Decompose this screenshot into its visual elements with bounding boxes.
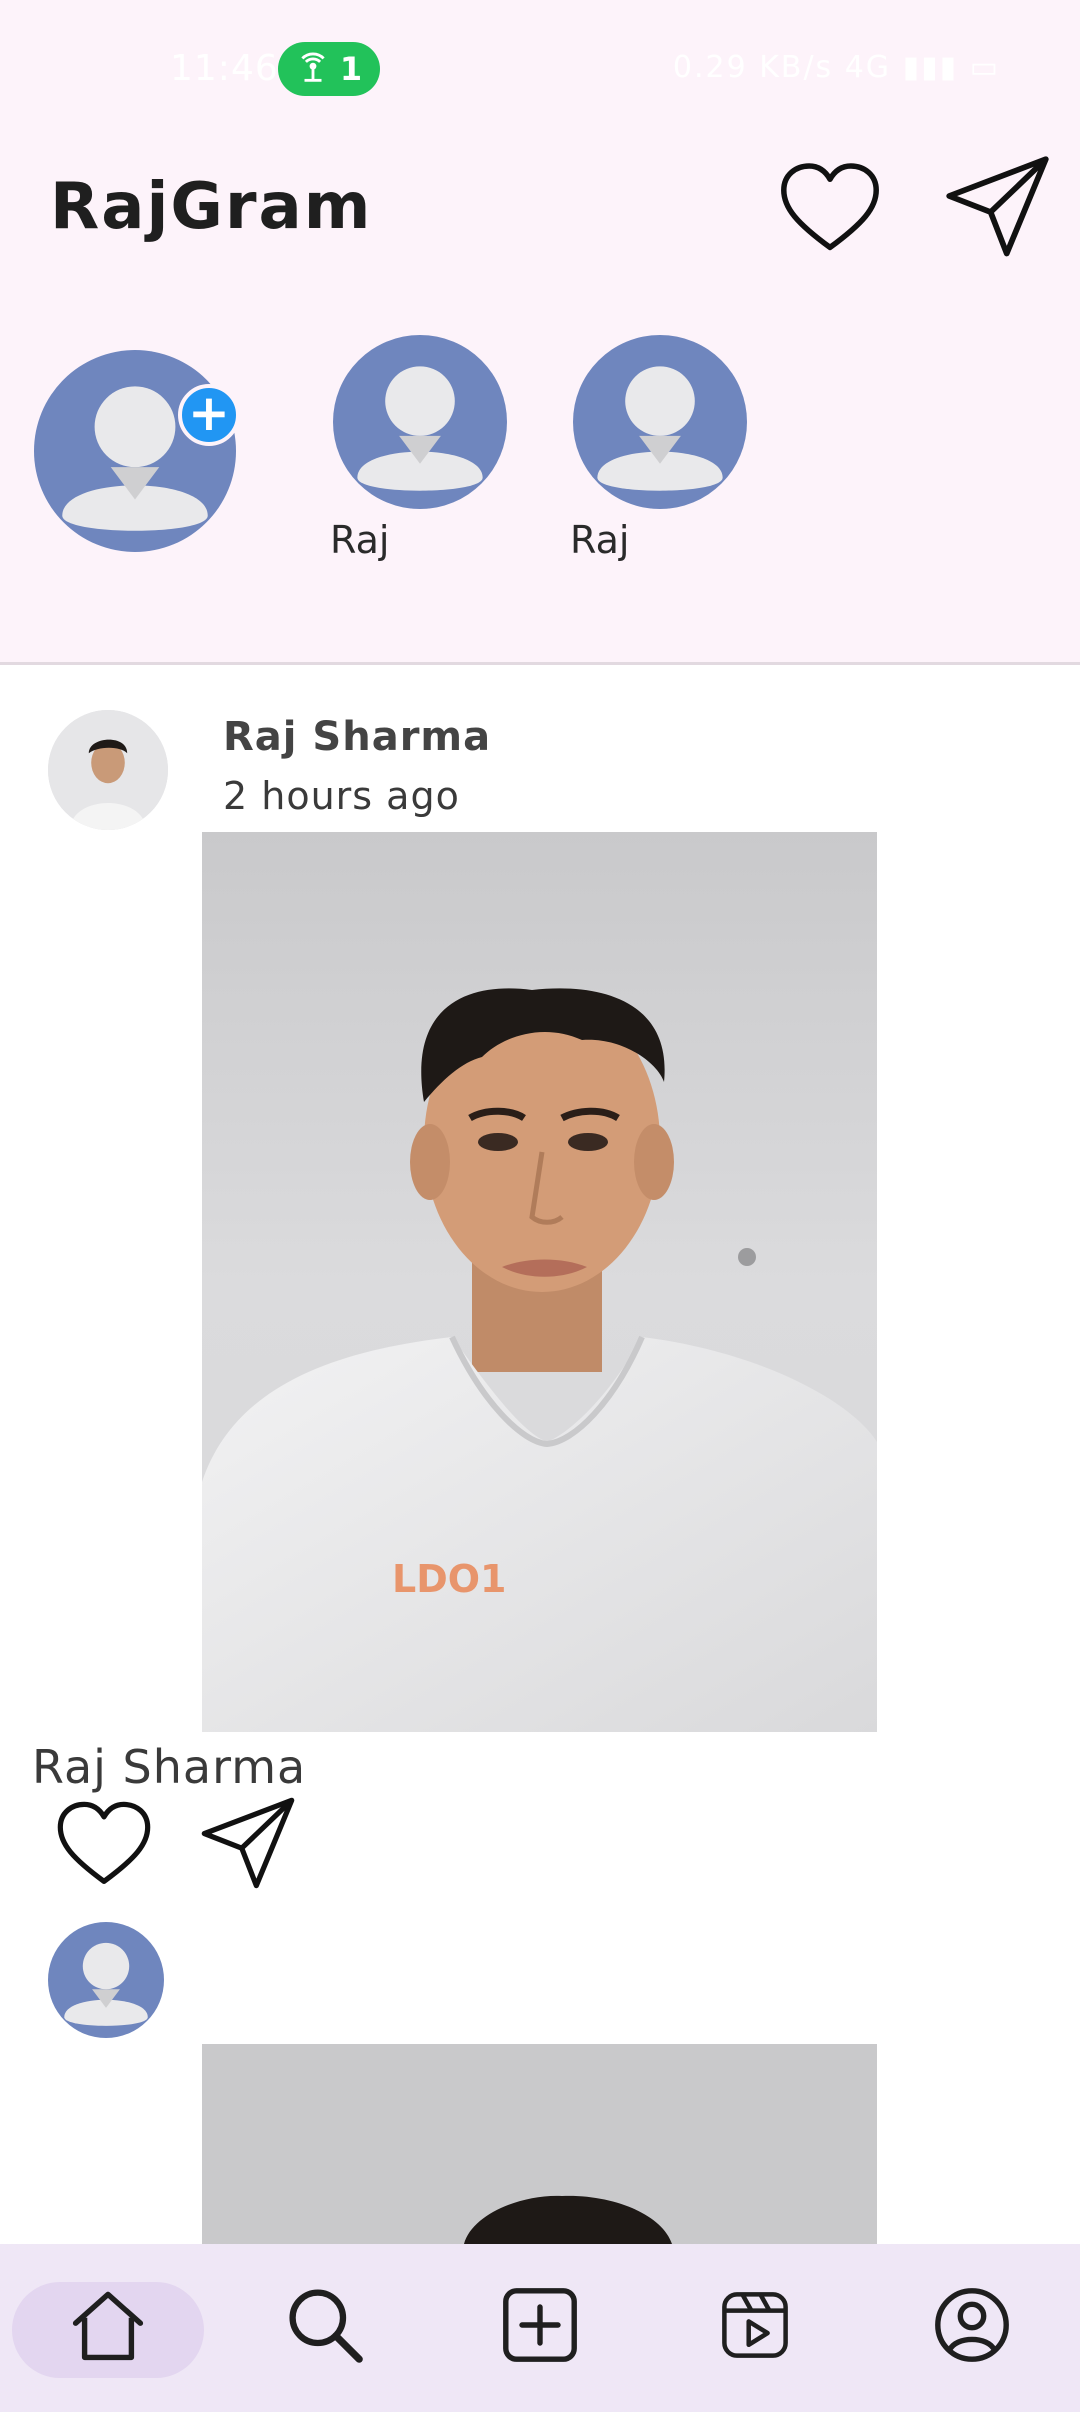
share-icon[interactable] (196, 1792, 300, 1896)
post-caption: Raj Sharma (32, 1740, 307, 1794)
story-item[interactable] (333, 335, 507, 509)
status-indicators: 0.29 KB/s 4G ▮▮▮ ▭ (672, 50, 1000, 85)
hotspot-icon (301, 52, 325, 82)
post-image[interactable]: LDO1 (202, 832, 877, 1732)
avatar (34, 350, 236, 552)
story-label: Raj (330, 518, 390, 562)
send-icon[interactable] (940, 150, 1055, 265)
post-author-name[interactable]: Raj Sharma (223, 714, 491, 760)
status-bar: 11:46 1 0.29 KB/s 4G ▮▮▮ ▭ (0, 0, 1080, 130)
app-title: RajGram (50, 170, 373, 244)
hotspot-indicator: 1 (278, 42, 380, 96)
post-photo (202, 2044, 877, 2244)
home-icon[interactable] (63, 2280, 153, 2370)
post-card (0, 1894, 1080, 2244)
header-divider (0, 662, 1080, 665)
avatar (333, 335, 507, 509)
avatar (573, 335, 747, 509)
story-item[interactable] (573, 335, 747, 509)
default-avatar-icon (357, 366, 483, 491)
like-icon[interactable] (52, 1794, 156, 1898)
post-author-avatar[interactable] (48, 1922, 164, 2038)
heart-icon[interactable] (775, 155, 885, 265)
shirt-print: LDO1 (392, 1557, 507, 1601)
default-avatar-icon (597, 366, 723, 491)
post-photo: LDO1 (202, 832, 877, 1732)
post-timestamp: 2 hours ago (223, 774, 460, 818)
bottom-nav (0, 2244, 1080, 2412)
status-time: 11:46 (170, 48, 279, 89)
reels-icon[interactable] (710, 2280, 800, 2370)
post-image[interactable] (202, 2044, 877, 2244)
profile-icon[interactable] (927, 2280, 1017, 2370)
hotspot-count: 1 (339, 50, 363, 88)
story-label: Raj (570, 518, 630, 562)
default-avatar-icon (64, 1942, 148, 2026)
post-author-avatar[interactable] (48, 710, 168, 830)
app-header: RajGram + Raj Raj (0, 130, 1080, 664)
search-icon[interactable] (280, 2280, 370, 2370)
post-card: Raj Sharma 2 hours ago LDO1 Raj Sharma (0, 680, 1080, 1892)
story-add[interactable] (34, 350, 236, 552)
add-story-button[interactable]: + (178, 384, 240, 446)
add-post-icon[interactable] (495, 2280, 585, 2370)
author-photo (48, 710, 168, 830)
default-avatar-icon (62, 386, 208, 531)
